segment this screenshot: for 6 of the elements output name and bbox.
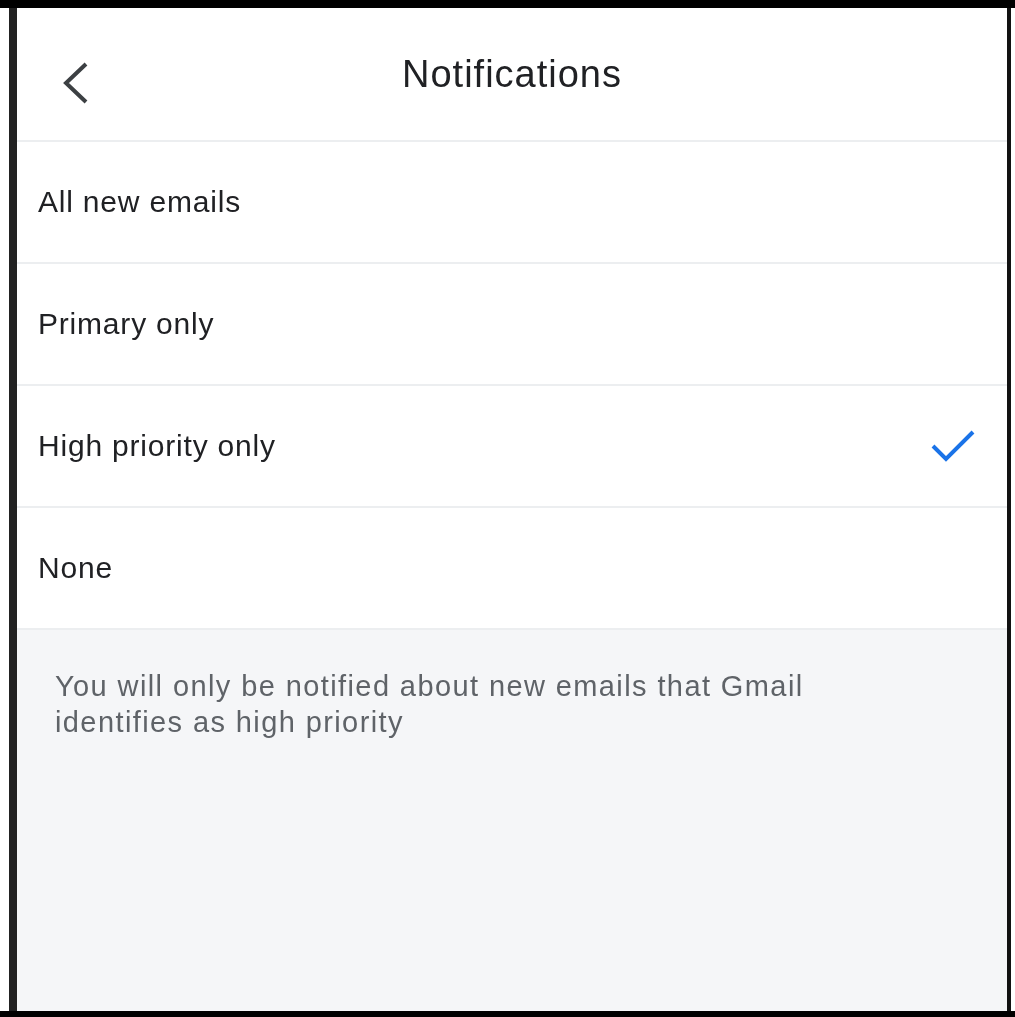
option-row[interactable]: Primary only — [17, 264, 1007, 384]
option-row[interactable]: None — [17, 508, 1007, 628]
option-row[interactable]: All new emails — [17, 142, 1007, 262]
footer-note: You will only be notified about new emails that Gmail identifies as high priority — [54, 669, 805, 740]
option-row[interactable]: High priority only — [17, 386, 1007, 506]
screen-title: Notifications — [402, 52, 622, 96]
